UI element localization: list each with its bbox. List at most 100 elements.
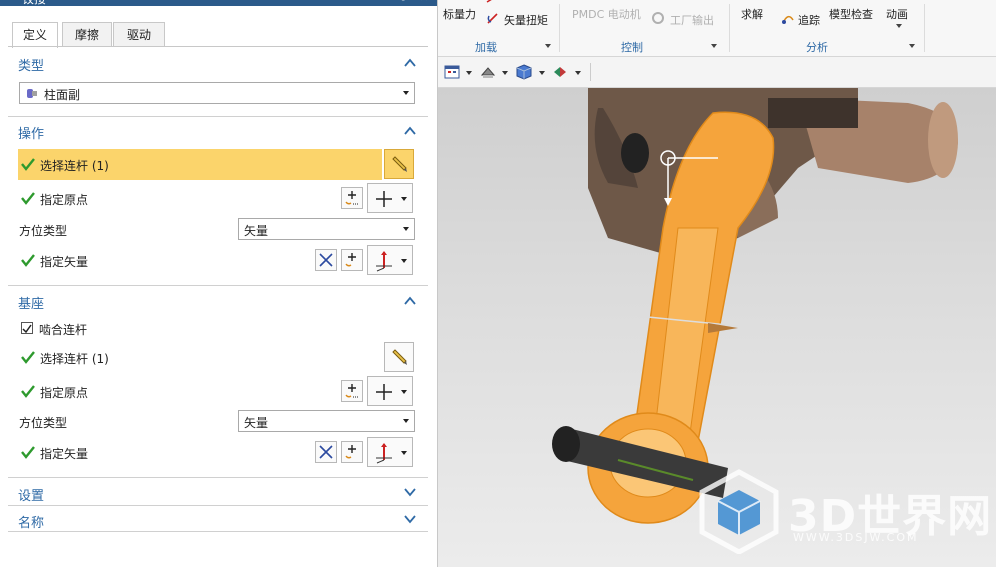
calendar-icon[interactable] xyxy=(444,64,460,80)
operation-orient-type-label: 方位类型 xyxy=(19,224,68,238)
chevron-down-icon xyxy=(403,91,409,95)
tab-definition[interactable]: 定义 xyxy=(12,22,58,48)
ribbon: 标量力 矢量扭矩 加载 PMDC 电动机 工厂输出 控制 求解 追踪 模型检查 … xyxy=(438,0,996,57)
mesh-link-label: 啮合连杆 xyxy=(39,323,88,337)
toolbar-divider xyxy=(590,63,591,81)
chevron-up-icon[interactable] xyxy=(403,294,417,308)
checkmark-icon xyxy=(21,446,35,459)
mesh-link-checkbox[interactable] xyxy=(21,322,33,334)
pin-end xyxy=(552,426,580,462)
solve-button[interactable]: 求解 xyxy=(741,6,763,22)
cube-icon[interactable] xyxy=(516,64,532,80)
vector-torque-button[interactable]: 矢量扭矩 xyxy=(504,12,548,28)
pmdc-motor-button[interactable]: PMDC 电动机 xyxy=(572,6,641,22)
dialog-title: 铰接 xyxy=(22,0,46,7)
vector-dialog-button[interactable] xyxy=(341,249,363,271)
chevron-down-icon xyxy=(401,197,407,201)
base-select-link-label: 选择连杆 (1) xyxy=(40,352,109,366)
ribbon-divider xyxy=(559,4,560,52)
shaft-end xyxy=(928,102,958,178)
chevron-down-icon[interactable] xyxy=(403,485,417,499)
section-title-settings[interactable]: 设置 xyxy=(18,485,44,504)
chevron-down-icon xyxy=(401,259,407,263)
section-title-name[interactable]: 名称 xyxy=(18,512,44,531)
point-dialog-button[interactable] xyxy=(341,187,363,209)
checkmark-icon xyxy=(21,192,35,205)
chevron-down-icon[interactable] xyxy=(896,24,902,28)
operation-orient-type-select[interactable]: 矢量 xyxy=(238,218,415,240)
cylindrical-joint-icon xyxy=(27,89,37,98)
operation-specify-origin-label: 指定原点 xyxy=(40,193,89,207)
render-style-icon[interactable] xyxy=(480,64,496,80)
vector-plus-icon xyxy=(345,445,356,459)
ribbon-group-control: 控制 xyxy=(621,41,643,54)
chevron-down-icon[interactable] xyxy=(575,71,581,75)
vector-axis-icon xyxy=(376,443,392,464)
point-plus-icon xyxy=(345,191,359,205)
reverse-direction-button[interactable] xyxy=(315,249,337,271)
tab-drive[interactable]: 驱动 xyxy=(113,22,165,47)
chevron-down-icon[interactable] xyxy=(466,71,472,75)
reset-icon[interactable]: ↻ xyxy=(398,0,408,4)
ribbon-divider xyxy=(729,4,730,52)
trace-button[interactable]: 追踪 xyxy=(798,12,820,28)
chevron-down-icon[interactable] xyxy=(502,71,508,75)
select-link-button[interactable] xyxy=(384,149,414,179)
orient-type-value: 矢量 xyxy=(244,416,269,430)
base-reverse-direction-button[interactable] xyxy=(315,441,337,463)
factory-output-button[interactable]: 工厂输出 xyxy=(670,12,714,28)
model-check-button[interactable]: 模型检查 xyxy=(829,6,873,22)
crosshair-icon xyxy=(376,191,392,207)
divider xyxy=(8,505,428,506)
view-orient-icon[interactable] xyxy=(552,64,568,80)
dialog-titlebar: ✿ 铰接 ↻ ✕ xyxy=(0,0,437,6)
chevron-up-icon[interactable] xyxy=(403,56,417,70)
scalar-force-button[interactable]: 标量力 xyxy=(443,6,476,22)
tab-friction[interactable]: 摩擦 xyxy=(62,22,112,47)
gear-icon: ✿ xyxy=(5,0,15,2)
graphics-viewport[interactable]: 3D世界网 WWW.3DSJW.COM xyxy=(438,88,996,567)
base-vector-dropdown[interactable] xyxy=(367,437,413,467)
chevron-down-icon[interactable] xyxy=(403,512,417,526)
joint-type-select[interactable]: 柱面副 xyxy=(19,82,415,104)
divider xyxy=(8,531,428,532)
base-vector-dialog-button[interactable] xyxy=(341,441,363,463)
operation-select-link-label: 选择连杆 (1) xyxy=(40,159,109,173)
base-select-link-button[interactable] xyxy=(384,342,414,372)
ribbon-group-analysis: 分析 xyxy=(806,41,828,54)
vector-torque-icon[interactable] xyxy=(485,10,501,26)
section-title-operation: 操作 xyxy=(18,127,45,142)
origin-point-dropdown[interactable] xyxy=(367,183,413,213)
chevron-down-icon xyxy=(401,390,407,394)
joint-type-value: 柱面副 xyxy=(44,88,81,102)
divider xyxy=(8,477,428,478)
chevron-down-icon[interactable] xyxy=(909,44,915,48)
base-orient-type-select[interactable]: 矢量 xyxy=(238,410,415,432)
chevron-down-icon[interactable] xyxy=(539,71,545,75)
checkbox-check-icon xyxy=(22,324,32,334)
view-toolbar xyxy=(438,57,996,88)
divider xyxy=(8,285,428,286)
section-title-base: 基座 xyxy=(18,297,45,312)
trace-icon xyxy=(782,15,794,24)
tab-divider xyxy=(8,46,428,47)
ribbon-divider xyxy=(924,4,925,52)
vector-axis-icon xyxy=(376,251,392,272)
base-origin-point-dropdown[interactable] xyxy=(367,376,413,406)
base-point-dialog-button[interactable] xyxy=(341,380,363,402)
crosshair-icon xyxy=(376,384,392,400)
close-icon[interactable]: ✕ xyxy=(419,0,429,4)
chevron-down-icon[interactable] xyxy=(711,44,717,48)
chevron-down-icon[interactable] xyxy=(545,44,551,48)
operation-specify-vector-label: 指定矢量 xyxy=(40,255,89,269)
chevron-up-icon[interactable] xyxy=(403,124,417,138)
divider xyxy=(8,116,428,117)
base-specify-vector-label: 指定矢量 xyxy=(40,447,89,461)
watermark-url: WWW.3DSJW.COM xyxy=(793,531,919,544)
vector-force-icon xyxy=(486,0,492,3)
reverse-direction-icon xyxy=(319,445,333,459)
vector-dropdown[interactable] xyxy=(367,245,413,275)
animation-button[interactable]: 动画 xyxy=(886,6,908,22)
pencil-icon xyxy=(392,349,407,365)
checkmark-icon xyxy=(21,385,35,398)
